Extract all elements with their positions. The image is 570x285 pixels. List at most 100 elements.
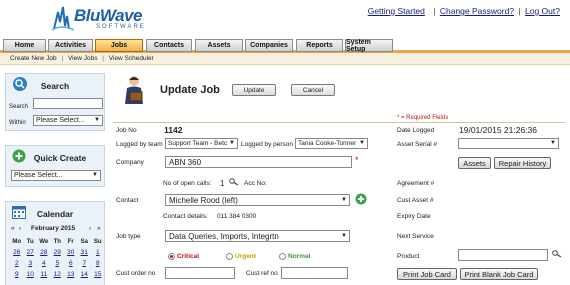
calendar-day[interactable]: 27 [24,247,38,258]
date-logged-value: 19/01/2015 21:26:36 [459,125,537,135]
tab-assets[interactable]: Assets [195,39,243,52]
chevron-down-icon: ▼ [94,117,100,123]
tab-home[interactable]: Home [3,39,46,52]
logout-link[interactable]: Log Out? [525,6,560,16]
view-jobs-link[interactable]: View Jobs [68,55,98,62]
next-service-label: Next Service [397,233,434,240]
calendar-day[interactable]: 14 [78,269,92,280]
calendar-next-month-button[interactable]: › [89,225,91,232]
priority-normal-label: Normal [288,253,311,260]
job-type-select[interactable]: Data Queries, Imports, Integrtn ▼ [165,230,350,242]
within-select-value: Please Select... [36,117,85,124]
calendar-day[interactable]: 31 [78,247,92,258]
calendar-day[interactable]: 28 [37,247,51,258]
calendar-day[interactable]: 15 [91,269,105,280]
calendar-month-header: « ‹ February 2015 › » [9,225,103,235]
contact-details-value: 011 384 0300 [217,213,257,220]
sub-nav: Create New Job | View Jobs | View Schedu… [0,53,570,65]
top-link-separator: | [518,6,521,16]
cust-asset-label: Cust Asset # [397,197,434,204]
chevron-down-icon: ▼ [341,197,347,203]
calendar-day[interactable]: 9 [10,269,24,280]
tab-jobs[interactable]: Jobs [95,39,143,52]
calendar-day[interactable]: 11 [37,269,51,280]
repair-history-button[interactable]: Repair History [494,157,551,169]
priority-critical-radio[interactable] [168,253,175,262]
weekday-label: Tu [26,238,34,245]
tab-activities[interactable]: Activities [48,39,93,52]
logged-by-person-select[interactable]: Tania Cooke-Tonner ▼ [295,138,368,149]
calendar-day[interactable]: 13 [64,269,78,280]
weekday-label: Su [93,238,102,245]
calendar-day[interactable]: 8 [91,258,105,269]
brand-tagline: SOFTWARE [96,24,146,30]
contact-details-label: Contact details: [163,213,208,220]
calendar-day[interactable]: 1 [91,247,105,258]
chevron-down-icon: ▼ [92,172,98,178]
calendar-day[interactable]: 7 [78,258,92,269]
calendar-week-row: 9 10 11 12 13 14 15 [10,269,105,280]
add-contact-icon[interactable] [355,193,367,207]
calendar-day[interactable]: 10 [24,269,38,280]
job-no-value: 1142 [164,125,183,135]
priority-urgent-radio[interactable] [226,253,233,262]
calendar-day[interactable]: 2 [10,258,24,269]
priority-normal-radio[interactable] [279,253,286,262]
magnifier-icon[interactable] [229,178,239,188]
quick-create-value: Please Select... [14,172,63,179]
magnifier-icon[interactable] [552,250,562,260]
calendar-prev-year-button[interactable]: « [11,225,15,232]
tab-reports[interactable]: Reports [296,39,343,52]
calendar-next-year-button[interactable]: » [97,225,101,232]
calendar-day[interactable]: 3 [24,258,38,269]
create-new-job-link[interactable]: Create New Job [10,55,57,62]
quick-create-panel: Quick Create Please Select... ▼ [5,145,105,187]
cust-order-input[interactable] [165,267,235,279]
print-job-card-button[interactable]: Print Job Card [397,268,457,280]
header: BluWave SOFTWARE Getting Started | Chang… [0,0,570,38]
change-password-link[interactable]: Change Password? [440,6,514,16]
view-scheduler-link[interactable]: View Scheduler [109,55,154,62]
update-button[interactable]: Update [232,84,276,96]
weekday-label: Mo [12,238,22,245]
print-blank-job-card-button[interactable]: Print Blank Job Card [460,268,538,280]
calendar-day[interactable]: 6 [64,258,78,269]
logged-by-team-select[interactable]: Support Team - Betc ▼ [165,138,238,149]
within-select[interactable]: Please Select... ▼ [33,115,103,126]
chevron-down-icon: ▼ [550,140,556,146]
company-field[interactable]: ABN 360 [165,156,352,168]
contact-label: Contact [116,197,139,204]
calendar-day[interactable]: 29 [51,247,65,258]
tab-contacts[interactable]: Contacts [146,39,192,52]
cust-ref-input[interactable] [281,267,348,279]
cancel-button[interactable]: Cancel [291,84,335,96]
logged-by-team-value: Support Team - Betc [168,140,228,147]
quick-create-select[interactable]: Please Select... ▼ [11,170,101,181]
tab-system-setup[interactable]: System Setup [345,39,393,53]
calendar-day[interactable]: 4 [37,258,51,269]
brand-logo[interactable]: BluWave SOFTWARE [50,4,160,34]
contact-select[interactable]: Michelle Rood (left) ▼ [165,194,350,206]
calendar-day[interactable]: 30 [64,247,78,258]
calendar-title: Calendar [36,209,74,219]
search-input[interactable] [33,98,103,109]
search-panel: Search Search Within Please Select... ▼ [5,73,105,131]
tab-companies[interactable]: Companies [245,39,293,52]
chevron-down-icon: ▼ [359,140,365,146]
asset-serial-select[interactable]: ▼ [458,138,559,149]
logged-by-team-label: Logged by team [116,141,163,148]
calendar-day[interactable]: 12 [51,269,65,280]
calendar-prev-month-button[interactable]: ‹ [19,225,21,232]
logged-by-person-value: Tania Cooke-Tonner [298,140,357,147]
calendar-day[interactable]: 26 [10,247,24,258]
product-label: Product [397,253,420,260]
contact-value: Michelle Rood (left) [169,195,238,205]
weekday-label: Th [53,238,61,245]
calendar-day[interactable]: 5 [51,258,65,269]
product-input[interactable] [458,249,548,261]
chevron-down-icon: ▼ [229,140,235,146]
calendar-week-row: 26 27 28 29 30 31 1 [10,247,105,258]
getting-started-link[interactable]: Getting Started [368,6,425,16]
cust-ref-label: Cust ref no [246,270,278,277]
assets-button[interactable]: Assets [458,157,491,169]
